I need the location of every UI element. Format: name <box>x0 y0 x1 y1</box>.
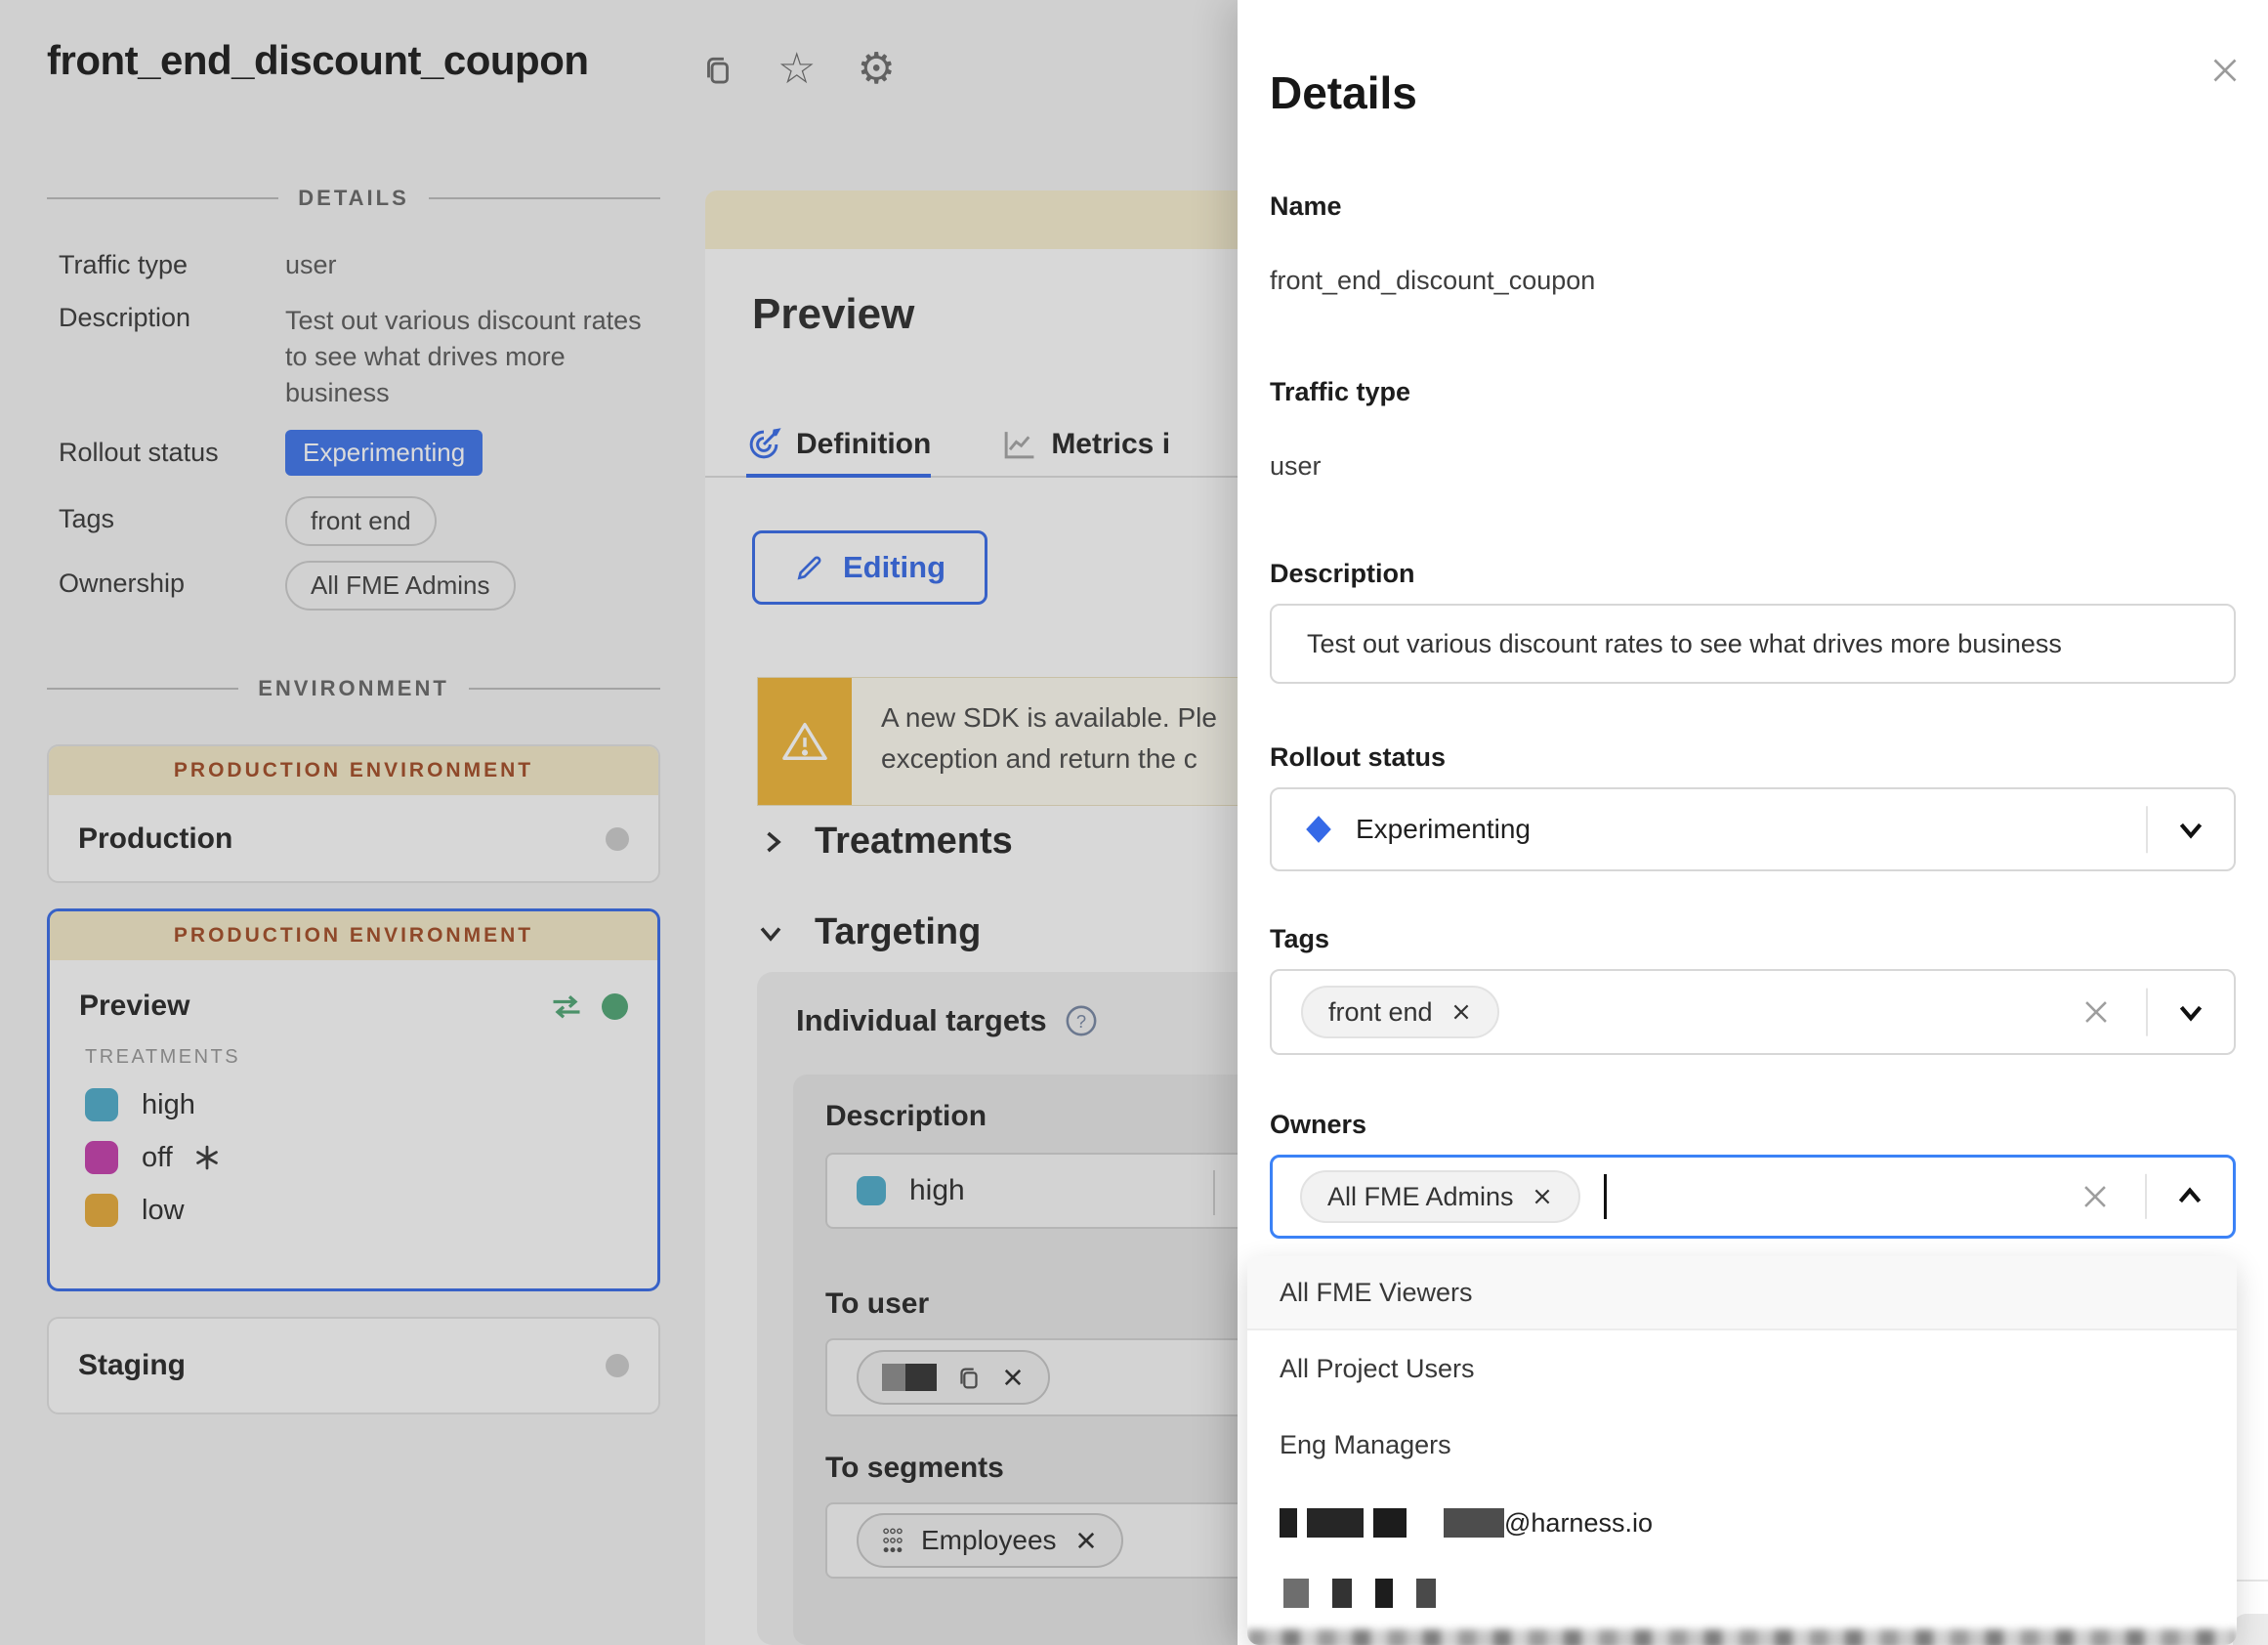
dropdown-option-user-email[interactable]: @harness.io <box>1247 1483 2237 1563</box>
tag-chip-label: front end <box>1328 997 1433 1028</box>
traffic-type-label: Traffic type <box>1270 377 1410 407</box>
description-input[interactable]: Test out various discount rates to see w… <box>1270 604 2236 684</box>
email-domain: @harness.io <box>1504 1508 1653 1539</box>
owner-chip-label: All FME Admins <box>1327 1182 1514 1212</box>
description-label: Description <box>1270 559 1415 589</box>
name-value: front_end_discount_coupon <box>1270 266 1595 296</box>
divider <box>2145 1174 2147 1219</box>
rollout-status-label: Rollout status <box>1270 742 1446 773</box>
drawer-footer-button-peek[interactable] <box>2233 1614 2268 1645</box>
divider <box>2146 989 2148 1036</box>
dropdown-option-label: All FME Viewers <box>1280 1278 1473 1308</box>
tags-multiselect[interactable]: front end <box>1270 969 2236 1055</box>
owners-dropdown: All FME Viewers All Project Users Eng Ma… <box>1247 1256 2237 1645</box>
rollout-status-select[interactable]: Experimenting <box>1270 787 2236 871</box>
clear-icon[interactable] <box>2079 1180 2112 1213</box>
app-root: front_end_discount_coupon ☆ ⚙ DETAILS Tr… <box>0 0 2268 1645</box>
details-drawer: Details Name front_end_discount_coupon T… <box>1238 0 2268 1645</box>
overlay-scrim <box>0 0 1240 1645</box>
remove-icon[interactable] <box>1532 1186 1553 1207</box>
dropdown-option[interactable]: Eng Managers <box>1247 1407 2237 1483</box>
dropdown-option-label: All Project Users <box>1280 1354 1475 1384</box>
chevron-down-icon[interactable] <box>2175 817 2206 842</box>
owners-multiselect[interactable]: All FME Admins <box>1270 1155 2236 1239</box>
name-label: Name <box>1270 191 1342 222</box>
redacted-blur-strip <box>1247 1629 2237 1645</box>
dropdown-option-redacted[interactable] <box>1247 1579 2237 1608</box>
divider <box>2146 806 2148 853</box>
description-input-value: Test out various discount rates to see w… <box>1307 629 2062 659</box>
drawer-title: Details <box>1270 66 1417 119</box>
chevron-down-icon[interactable] <box>2175 999 2206 1025</box>
clear-icon[interactable] <box>2079 995 2113 1029</box>
remove-icon[interactable] <box>1450 1001 1472 1023</box>
chevron-up-icon[interactable] <box>2174 1184 2205 1209</box>
redacted-email-prefix <box>1444 1508 1504 1538</box>
dropdown-option[interactable]: All FME Viewers <box>1247 1256 2237 1330</box>
owner-chip[interactable]: All FME Admins <box>1300 1170 1580 1223</box>
tags-label: Tags <box>1270 924 1329 954</box>
close-icon[interactable] <box>2207 53 2243 88</box>
redacted-user-name <box>1280 1508 1407 1538</box>
owners-label: Owners <box>1270 1110 1366 1140</box>
traffic-type-value: user <box>1270 451 1322 482</box>
diamond-status-icon <box>1303 814 1334 845</box>
tag-chip[interactable]: front end <box>1301 986 1499 1038</box>
dropdown-option[interactable]: All Project Users <box>1247 1330 2237 1407</box>
text-cursor <box>1604 1174 1607 1219</box>
dropdown-option-label: Eng Managers <box>1280 1430 1451 1460</box>
rollout-status-value: Experimenting <box>1356 814 1531 845</box>
